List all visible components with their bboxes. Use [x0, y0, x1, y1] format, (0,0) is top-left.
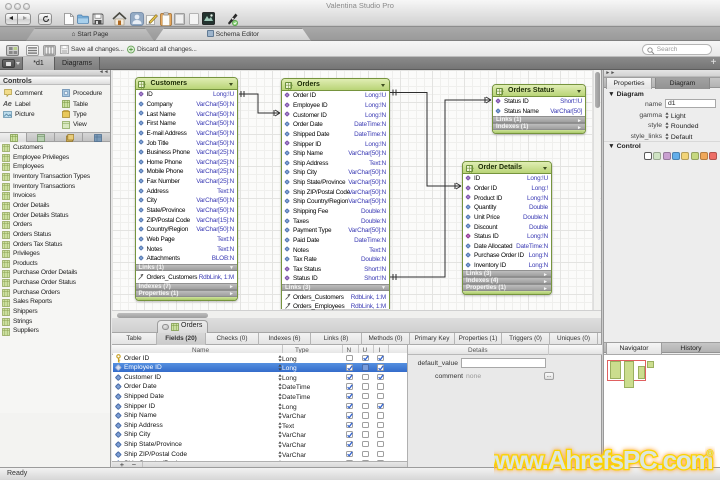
svg-text:www.AhrefsPC.com: www.AhrefsPC.com — [494, 445, 713, 475]
svg-text:®: ® — [707, 449, 713, 458]
